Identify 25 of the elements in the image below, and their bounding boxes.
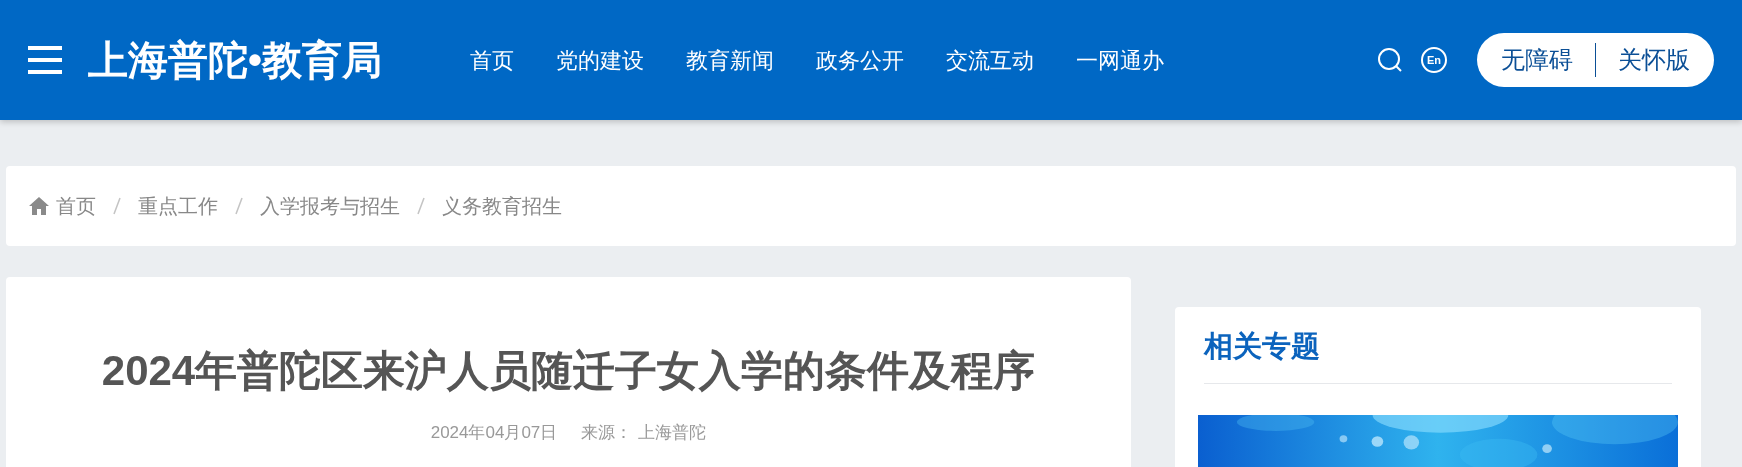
breadcrumb-link[interactable]: 首页 (56, 191, 96, 221)
nav-link[interactable]: 教育新闻 (686, 43, 774, 77)
slash-icon (113, 197, 121, 215)
nav-link[interactable]: 首页 (470, 43, 514, 77)
nav-link[interactable]: 政务公开 (816, 43, 904, 77)
slash-icon (417, 197, 425, 215)
mode-link[interactable]: 无障碍 (1501, 42, 1573, 78)
nav-link[interactable]: 交流互动 (946, 43, 1034, 77)
breadcrumb-link[interactable]: 入学报考与招生 (260, 191, 400, 221)
nav-link[interactable]: 一网通办 (1076, 43, 1164, 77)
source-name: 上海普陀 (638, 422, 707, 444)
menu-icon[interactable] (28, 45, 62, 75)
article-title: 2024年普陀区来沪人员随迁子女入学的条件及程序 (101, 346, 1036, 396)
breadcrumb-link[interactable]: 义务教育招生 (442, 191, 562, 221)
home-icon (28, 196, 50, 216)
sidebar-title: 相关专题 (1204, 307, 1672, 384)
source-label: 来源： (581, 422, 633, 444)
search-icon[interactable] (1377, 47, 1403, 73)
publish-date: 2024年04月07日 (430, 422, 558, 444)
slash-icon (235, 197, 243, 215)
language-toggle[interactable]: En (1421, 47, 1447, 73)
site-logo[interactable]: 上海普陀•教育局 (88, 30, 382, 90)
nav-link[interactable]: 党的建设 (556, 43, 644, 77)
breadcrumb-link[interactable]: 重点工作 (138, 191, 218, 221)
mode-link[interactable]: 关怀版 (1618, 42, 1690, 78)
